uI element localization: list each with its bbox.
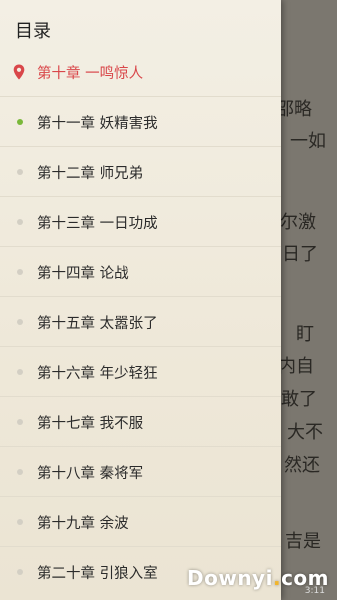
chapter-item[interactable]: 第十二章 师兄弟	[0, 147, 281, 197]
chapter-title: 第十四章 论战	[37, 266, 129, 282]
unread-dot-icon	[17, 469, 23, 475]
reader-line: 吉是	[285, 531, 321, 552]
chapter-title: 第十七章 我不服	[37, 416, 144, 432]
chapter-item[interactable]: 第十九章 余波	[0, 497, 281, 547]
reader-line: 大不	[287, 422, 323, 443]
chapter-title: 第十章 一鸣惊人	[37, 66, 144, 82]
reader-line: 邵略	[276, 99, 312, 120]
chapter-title: 第二十章 引狼入室	[37, 566, 158, 582]
unread-dot-icon	[17, 269, 23, 275]
location-pin-icon	[13, 64, 25, 80]
watermark-dot: .	[272, 566, 282, 590]
reader-line: 日了	[282, 244, 318, 265]
unread-dot-icon	[17, 319, 23, 325]
unread-dot-icon	[17, 369, 23, 375]
chapter-item[interactable]: 第十四章 论战	[0, 247, 281, 297]
chapter-item[interactable]: 第十六章 年少轻狂	[0, 347, 281, 397]
chapter-title: 第十五章 太嚣张了	[37, 316, 158, 332]
reader-line: 敢了	[281, 389, 317, 410]
reader-line: 尔激	[280, 212, 316, 233]
chapter-title: 第十八章 秦将军	[37, 466, 144, 482]
chapter-title: 第十一章 妖精害我	[37, 116, 158, 132]
chapter-item[interactable]: 第十八章 秦将军	[0, 447, 281, 497]
chapter-item[interactable]: 第十七章 我不服	[0, 397, 281, 447]
chapter-item[interactable]: 第十一章 妖精害我	[0, 97, 281, 147]
unread-dot-icon	[17, 519, 23, 525]
read-dot-icon	[17, 119, 23, 125]
reader-line: 然还	[284, 455, 320, 476]
reader-line: 内自	[278, 356, 314, 377]
reader-line: 盯	[296, 324, 314, 345]
chapter-item[interactable]: 第十五章 太嚣张了	[0, 297, 281, 347]
drawer-title: 目录	[15, 21, 51, 42]
unread-dot-icon	[17, 169, 23, 175]
chapter-list: 第十章 一鸣惊人 第十一章 妖精害我 第十二章 师兄弟 第十三章 一日功成 第十…	[0, 47, 281, 597]
watermark-logo: Downyi.com	[187, 566, 329, 590]
watermark-main: Downyi	[187, 566, 273, 590]
chapter-title: 第十九章 余波	[37, 516, 129, 532]
chapter-title: 第十六章 年少轻狂	[37, 366, 158, 382]
toc-drawer: 目录 第十章 一鸣惊人 第十一章 妖精害我 第十二章 师兄弟 第十三章 一日功成…	[0, 0, 281, 600]
unread-dot-icon	[17, 219, 23, 225]
unread-dot-icon	[17, 419, 23, 425]
unread-dot-icon	[17, 569, 23, 575]
chapter-item[interactable]: 第十三章 一日功成	[0, 197, 281, 247]
reader-line: 一如	[290, 131, 326, 152]
chapter-item[interactable]: 第十章 一鸣惊人	[0, 47, 281, 97]
chapter-title: 第十三章 一日功成	[37, 216, 158, 232]
watermark-com: com	[281, 566, 329, 590]
chapter-title: 第十二章 师兄弟	[37, 166, 144, 182]
